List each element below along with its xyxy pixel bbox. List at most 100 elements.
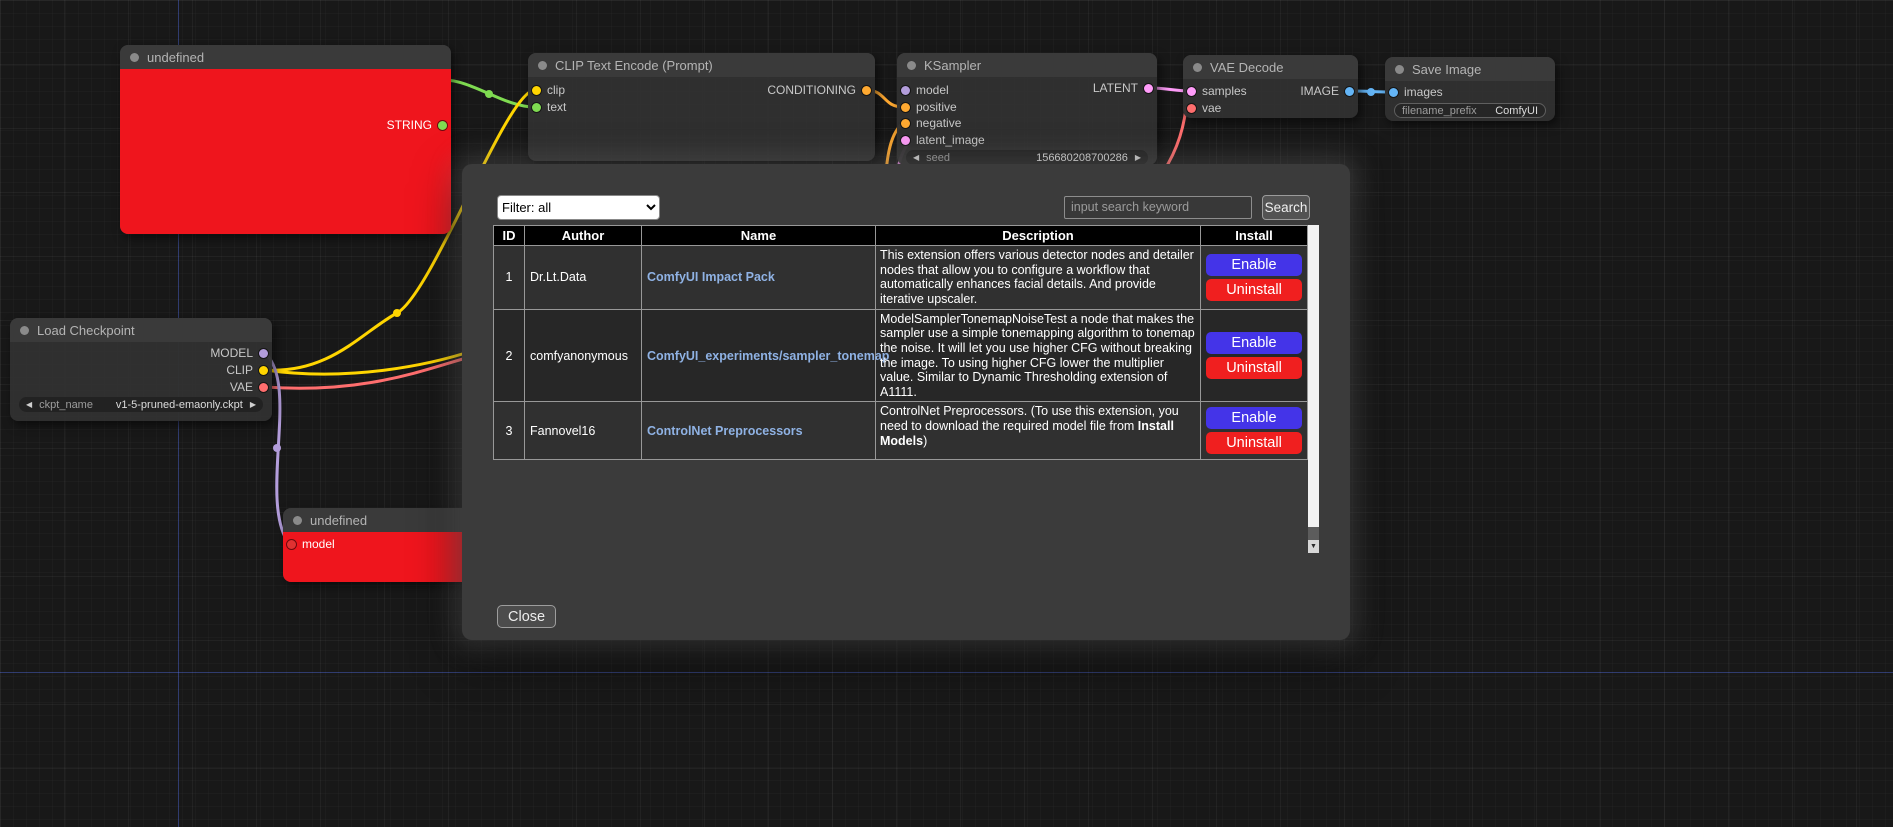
wire-dot: [485, 90, 493, 98]
slot-label: model: [302, 537, 335, 551]
collapse-dot-icon[interactable]: [1193, 63, 1202, 72]
output-slot-model: MODEL: [210, 346, 268, 360]
cell-install: Enable Uninstall: [1201, 246, 1308, 310]
output-slot-image: IMAGE: [1300, 84, 1354, 98]
input-slot-model: model: [287, 537, 335, 551]
close-button[interactable]: Close: [497, 605, 556, 628]
extension-link[interactable]: ComfyUI Impact Pack: [647, 270, 775, 284]
collapse-dot-icon[interactable]: [130, 53, 139, 62]
output-slot-vae: VAE: [230, 380, 268, 394]
output-slot-clip: CLIP: [226, 363, 268, 377]
node-save-image[interactable]: Save Image images filename_prefix ComfyU…: [1385, 57, 1555, 121]
node-titlebar[interactable]: Load Checkpoint: [10, 318, 272, 342]
header-install: Install: [1201, 226, 1308, 246]
output-dot-latent[interactable]: [1144, 84, 1153, 93]
node-titlebar[interactable]: KSampler: [897, 53, 1157, 77]
ckpt-name-widget[interactable]: ◀ ckpt_name v1-5-pruned-emaonly.ckpt ▶: [19, 397, 263, 412]
slot-label: images: [1404, 85, 1443, 99]
input-slot-latent-image: latent_image: [901, 133, 985, 147]
widget-value: 156680208700286: [1036, 152, 1128, 164]
slot-label: positive: [916, 100, 957, 114]
enable-button[interactable]: Enable: [1206, 254, 1302, 276]
input-dot-model[interactable]: [901, 86, 910, 95]
uninstall-button[interactable]: Uninstall: [1206, 357, 1302, 379]
scroll-down-icon[interactable]: ▼: [1308, 540, 1319, 553]
slot-label: model: [916, 83, 949, 97]
collapse-dot-icon[interactable]: [538, 61, 547, 70]
enable-button[interactable]: Enable: [1206, 332, 1302, 354]
filename-prefix-widget[interactable]: filename_prefix ComfyUI: [1394, 103, 1546, 118]
input-slot-text: text: [532, 100, 566, 114]
filter-select[interactable]: Filter: all: [497, 195, 660, 220]
widget-value: v1-5-pruned-emaonly.ckpt: [116, 399, 243, 411]
search-button[interactable]: Search: [1262, 195, 1310, 220]
node-undefined-string[interactable]: undefined STRING: [120, 45, 451, 234]
table-scrollbar[interactable]: ▼: [1308, 225, 1319, 553]
collapse-dot-icon[interactable]: [293, 516, 302, 525]
slot-label: text: [547, 100, 566, 114]
collapse-dot-icon[interactable]: [1395, 65, 1404, 74]
input-dot-negative[interactable]: [901, 119, 910, 128]
stepper-right-icon[interactable]: ▶: [250, 401, 256, 409]
header-id: ID: [494, 226, 525, 246]
search-input[interactable]: [1064, 196, 1252, 219]
stepper-left-icon[interactable]: ◀: [26, 401, 32, 409]
output-dot-clip[interactable]: [259, 366, 268, 375]
input-slot-samples: samples: [1187, 84, 1247, 98]
input-dot-model[interactable]: [287, 540, 296, 549]
cell-description: ModelSamplerTonemapNoiseTest a node that…: [876, 309, 1201, 402]
input-slot-clip: clip: [532, 83, 565, 97]
input-dot-images[interactable]: [1389, 88, 1398, 97]
collapse-dot-icon[interactable]: [907, 61, 916, 70]
scrollbar-thumb[interactable]: [1308, 225, 1319, 527]
output-dot-model[interactable]: [259, 349, 268, 358]
cell-author: comfyanonymous: [525, 309, 642, 402]
uninstall-button[interactable]: Uninstall: [1206, 432, 1302, 454]
widget-label: ckpt_name: [39, 399, 93, 411]
node-titlebar[interactable]: Save Image: [1385, 57, 1555, 81]
output-slot-conditioning: CONDITIONING: [767, 83, 871, 97]
custom-nodes-dialog: Filter: all Search ID Author Name Descri…: [462, 164, 1350, 640]
output-dot-string[interactable]: [438, 121, 447, 130]
input-dot-latent-image[interactable]: [901, 136, 910, 145]
node-titlebar[interactable]: undefined: [120, 45, 451, 69]
output-dot-image[interactable]: [1345, 87, 1354, 96]
enable-button[interactable]: Enable: [1206, 407, 1302, 429]
node-titlebar[interactable]: CLIP Text Encode (Prompt): [528, 53, 875, 77]
table-row: 2 comfyanonymous ComfyUI_experiments/sam…: [494, 309, 1308, 402]
output-dot-vae[interactable]: [259, 383, 268, 392]
node-title-label: Load Checkpoint: [37, 323, 135, 338]
node-ksampler[interactable]: KSampler model positive negative latent_…: [897, 53, 1157, 165]
widget-label: filename_prefix: [1402, 105, 1477, 117]
seed-widget[interactable]: ◀ seed 156680208700286 ▶: [906, 150, 1148, 165]
input-slot-positive: positive: [901, 100, 957, 114]
node-vae-decode[interactable]: VAE Decode samples vae IMAGE: [1183, 55, 1358, 118]
description-text: ): [923, 434, 927, 448]
collapse-dot-icon[interactable]: [20, 326, 29, 335]
input-dot-clip[interactable]: [532, 86, 541, 95]
extension-link[interactable]: ComfyUI_experiments/sampler_tonemap: [647, 349, 889, 363]
comfyui-canvas[interactable]: { "colors": { "node_red": "#ef151d", "wi…: [0, 0, 1893, 827]
cell-id: 1: [494, 246, 525, 310]
extension-link[interactable]: ControlNet Preprocessors: [647, 424, 803, 438]
node-clip-text-encode[interactable]: CLIP Text Encode (Prompt) clip text COND…: [528, 53, 875, 161]
table-row: 3 Fannovel16 ControlNet Preprocessors Co…: [494, 402, 1308, 460]
node-error-body: [120, 69, 451, 234]
node-load-checkpoint[interactable]: Load Checkpoint MODEL CLIP VAE ◀ ckpt_na…: [10, 318, 272, 421]
dialog-controls: Filter: all Search: [497, 194, 1310, 220]
wire-string-to-text: [444, 80, 534, 107]
stepper-left-icon[interactable]: ◀: [913, 154, 919, 162]
input-dot-vae[interactable]: [1187, 104, 1196, 113]
stepper-right-icon[interactable]: ▶: [1135, 154, 1141, 162]
slot-label: samples: [1202, 84, 1247, 98]
cell-description: This extension offers various detector n…: [876, 246, 1201, 310]
header-description: Description: [876, 226, 1201, 246]
input-dot-samples[interactable]: [1187, 87, 1196, 96]
uninstall-button[interactable]: Uninstall: [1206, 279, 1302, 301]
node-titlebar[interactable]: VAE Decode: [1183, 55, 1358, 79]
node-title-label: undefined: [310, 513, 367, 528]
cell-install: Enable Uninstall: [1201, 309, 1308, 402]
input-dot-text[interactable]: [532, 103, 541, 112]
input-dot-positive[interactable]: [901, 103, 910, 112]
output-dot-conditioning[interactable]: [862, 86, 871, 95]
